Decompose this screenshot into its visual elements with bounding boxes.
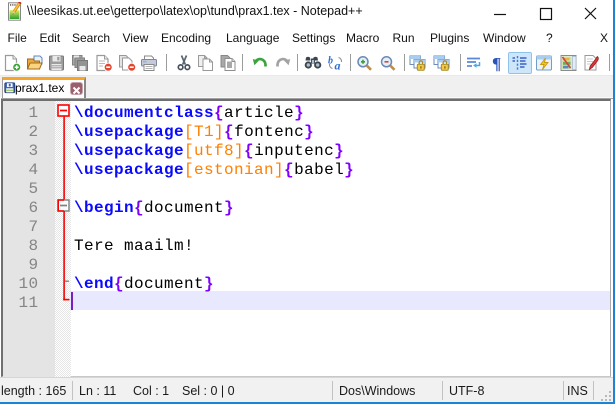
svg-text:a: a xyxy=(335,59,341,73)
svg-text:b: b xyxy=(328,56,333,67)
svg-text:¶: ¶ xyxy=(492,54,501,73)
